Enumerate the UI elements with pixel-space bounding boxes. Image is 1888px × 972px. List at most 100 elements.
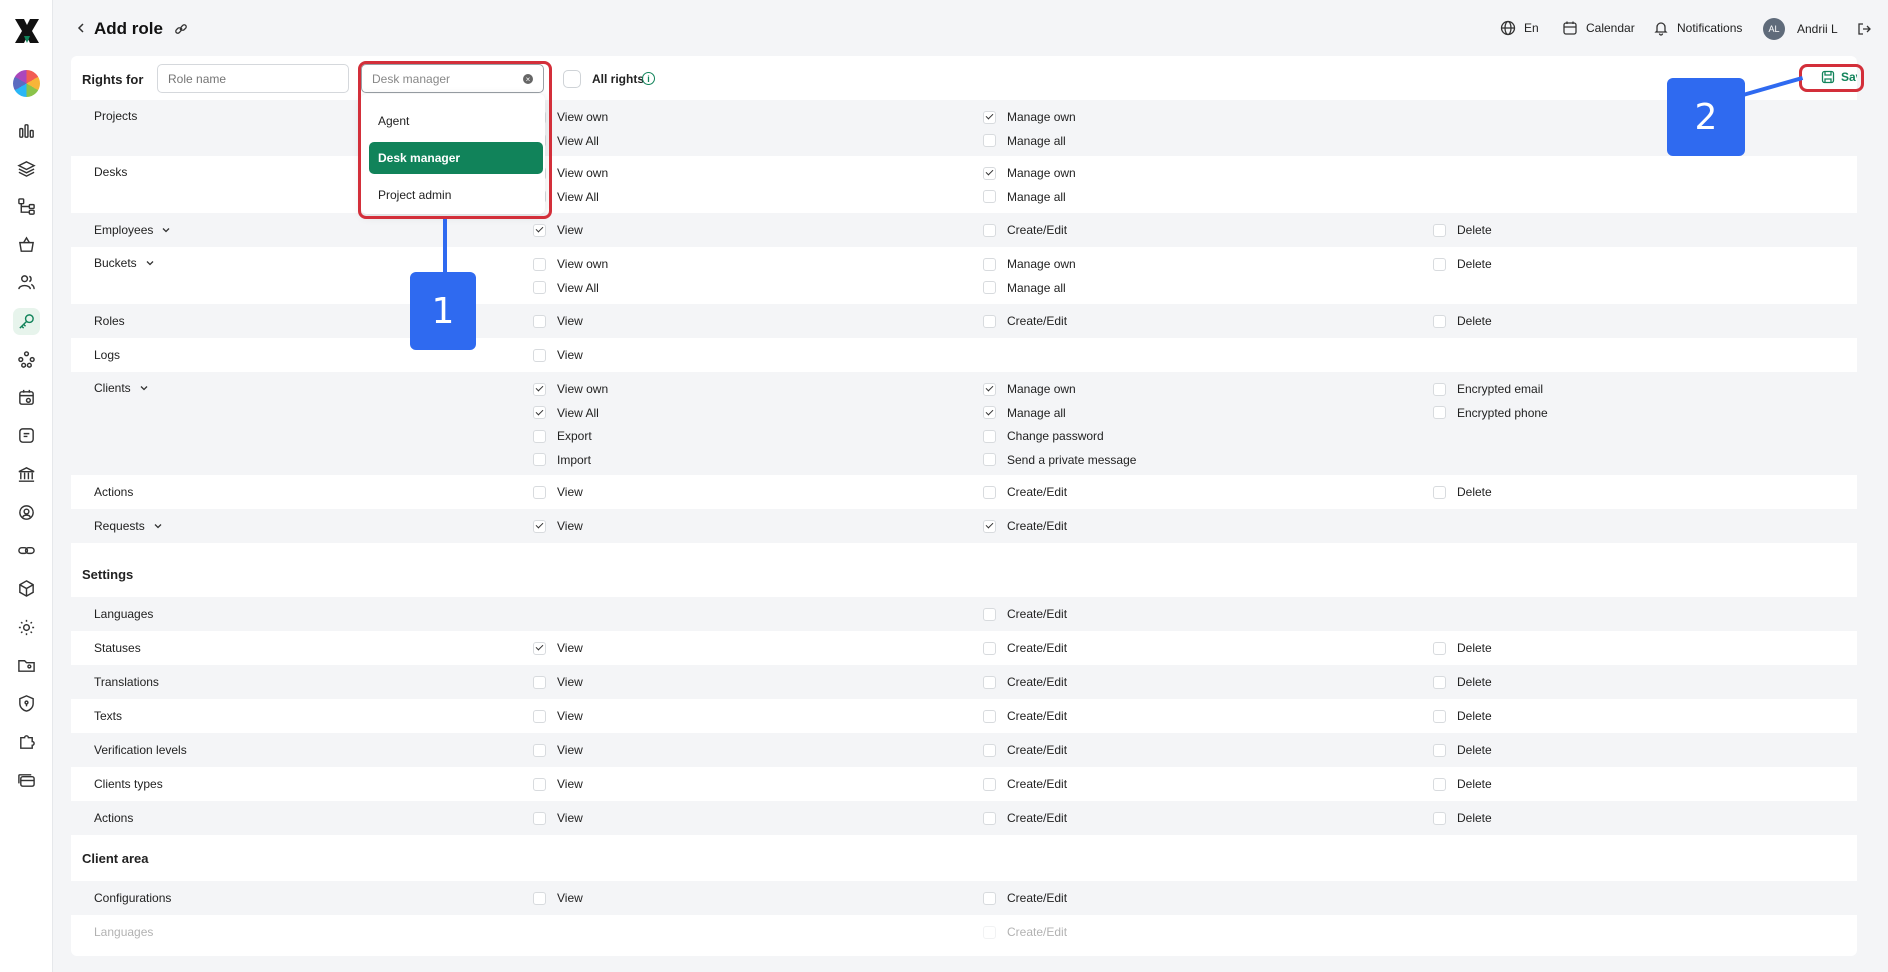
permission-option[interactable]: Encrypted email bbox=[1433, 382, 1543, 396]
info-icon[interactable]: i bbox=[642, 72, 655, 85]
permission-checkbox[interactable] bbox=[983, 811, 996, 825]
chevron-down-icon[interactable] bbox=[145, 258, 155, 268]
permission-checkbox[interactable] bbox=[533, 519, 546, 533]
users-icon[interactable] bbox=[13, 269, 40, 296]
permission-checkbox[interactable] bbox=[983, 891, 996, 905]
permission-option[interactable]: Create/Edit bbox=[983, 641, 1067, 655]
permission-checkbox[interactable] bbox=[983, 166, 996, 180]
app-logo-icon[interactable] bbox=[12, 16, 42, 46]
permission-checkbox[interactable] bbox=[983, 709, 996, 723]
chevron-down-icon[interactable] bbox=[153, 521, 163, 531]
language-switch[interactable]: En bbox=[1500, 20, 1539, 36]
permission-option[interactable]: View bbox=[533, 743, 583, 757]
permission-checkbox[interactable] bbox=[983, 641, 996, 655]
gear-icon[interactable] bbox=[13, 614, 40, 641]
all-rights-checkbox[interactable] bbox=[563, 70, 581, 88]
permission-checkbox[interactable] bbox=[533, 281, 546, 294]
permission-option[interactable]: View bbox=[533, 811, 583, 825]
permission-checkbox[interactable] bbox=[983, 223, 996, 237]
permission-checkbox[interactable] bbox=[983, 607, 996, 621]
permission-checkbox[interactable] bbox=[1433, 777, 1446, 791]
permission-option[interactable]: View bbox=[533, 519, 583, 533]
permission-checkbox[interactable] bbox=[983, 675, 996, 689]
permission-checkbox[interactable] bbox=[533, 485, 546, 499]
permission-checkbox[interactable] bbox=[533, 406, 546, 419]
permission-option[interactable]: Delete bbox=[1433, 811, 1492, 825]
permission-option[interactable]: Delete bbox=[1433, 223, 1492, 237]
puzzle-icon[interactable] bbox=[13, 728, 40, 755]
permission-option[interactable]: Manage all bbox=[983, 190, 1066, 204]
permission-checkbox[interactable] bbox=[983, 257, 996, 271]
permission-checkbox[interactable] bbox=[533, 675, 546, 689]
permission-option[interactable]: View bbox=[533, 675, 583, 689]
permission-checkbox[interactable] bbox=[533, 453, 546, 466]
permission-checkbox[interactable] bbox=[1433, 406, 1446, 419]
permission-option[interactable]: Create/Edit bbox=[983, 811, 1067, 825]
permission-checkbox[interactable] bbox=[533, 257, 546, 271]
permission-checkbox[interactable] bbox=[1433, 382, 1446, 396]
permission-checkbox[interactable] bbox=[983, 429, 996, 443]
permission-option[interactable]: Create/Edit bbox=[983, 314, 1067, 328]
permission-option[interactable]: Manage own bbox=[983, 166, 1076, 180]
permission-option[interactable]: Delete bbox=[1433, 485, 1492, 499]
permission-checkbox[interactable] bbox=[1433, 641, 1446, 655]
permission-checkbox[interactable] bbox=[983, 743, 996, 757]
permission-option[interactable]: View bbox=[533, 314, 583, 328]
permission-checkbox[interactable] bbox=[983, 281, 996, 294]
permission-checkbox[interactable] bbox=[983, 453, 996, 466]
permission-checkbox[interactable] bbox=[983, 519, 996, 533]
permission-option[interactable]: View bbox=[533, 891, 583, 905]
folder-user-icon[interactable] bbox=[13, 652, 40, 679]
permission-checkbox[interactable] bbox=[533, 743, 546, 757]
permission-option[interactable]: View own bbox=[533, 257, 608, 271]
permission-checkbox[interactable] bbox=[983, 382, 996, 396]
permission-option[interactable]: Delete bbox=[1433, 709, 1492, 723]
permission-option[interactable]: Create/Edit bbox=[983, 607, 1067, 621]
permission-checkbox[interactable] bbox=[983, 110, 996, 124]
permission-checkbox[interactable] bbox=[533, 314, 546, 328]
permission-checkbox[interactable] bbox=[533, 348, 546, 362]
permission-option[interactable]: Delete bbox=[1433, 314, 1492, 328]
dashboard-chart-icon[interactable] bbox=[13, 117, 40, 144]
chevron-down-icon[interactable] bbox=[161, 225, 171, 235]
permission-checkbox[interactable] bbox=[1433, 811, 1446, 825]
permission-option[interactable]: View All bbox=[533, 281, 599, 295]
permission-checkbox[interactable] bbox=[1433, 709, 1446, 723]
permission-option[interactable]: Delete bbox=[1433, 777, 1492, 791]
permission-option[interactable]: View bbox=[533, 641, 583, 655]
back-arrow-icon[interactable] bbox=[75, 22, 87, 34]
permission-option[interactable]: View bbox=[533, 777, 583, 791]
permission-option[interactable]: Delete bbox=[1433, 675, 1492, 689]
permission-option[interactable]: Create/Edit bbox=[983, 709, 1067, 723]
permission-option[interactable]: Create/Edit bbox=[983, 675, 1067, 689]
permission-checkbox[interactable] bbox=[1433, 223, 1446, 237]
permission-option[interactable]: Create/Edit bbox=[983, 891, 1067, 905]
hierarchy-icon[interactable] bbox=[13, 193, 40, 220]
permission-option[interactable]: Change password bbox=[983, 429, 1104, 443]
permission-checkbox[interactable] bbox=[533, 382, 546, 396]
permission-option[interactable]: Manage all bbox=[983, 134, 1066, 148]
notes-icon[interactable] bbox=[13, 422, 40, 449]
permission-option[interactable]: Create/Edit bbox=[983, 519, 1067, 533]
permission-checkbox[interactable] bbox=[983, 190, 996, 203]
permission-option[interactable]: Manage all bbox=[983, 281, 1066, 295]
permission-option[interactable]: Create/Edit bbox=[983, 485, 1067, 499]
permission-checkbox[interactable] bbox=[533, 429, 546, 443]
permission-checkbox[interactable] bbox=[983, 777, 996, 791]
basket-icon[interactable] bbox=[13, 231, 40, 258]
permission-checkbox[interactable] bbox=[533, 641, 546, 655]
link-chain-icon[interactable] bbox=[13, 537, 40, 564]
permission-option[interactable]: View bbox=[533, 485, 583, 499]
permission-option[interactable]: Manage own bbox=[983, 382, 1076, 396]
permission-checkbox[interactable] bbox=[1433, 675, 1446, 689]
permission-option[interactable]: Send a private message bbox=[983, 453, 1136, 467]
permission-checkbox[interactable] bbox=[983, 314, 996, 328]
key-icon[interactable] bbox=[13, 308, 40, 335]
permission-checkbox[interactable] bbox=[533, 811, 546, 825]
layers-icon[interactable] bbox=[13, 155, 40, 182]
permission-checkbox[interactable] bbox=[533, 223, 546, 237]
permission-checkbox[interactable] bbox=[983, 406, 996, 419]
permission-option[interactable]: Manage own bbox=[983, 257, 1076, 271]
role-name-input[interactable] bbox=[157, 64, 349, 93]
bank-icon[interactable] bbox=[13, 461, 40, 488]
